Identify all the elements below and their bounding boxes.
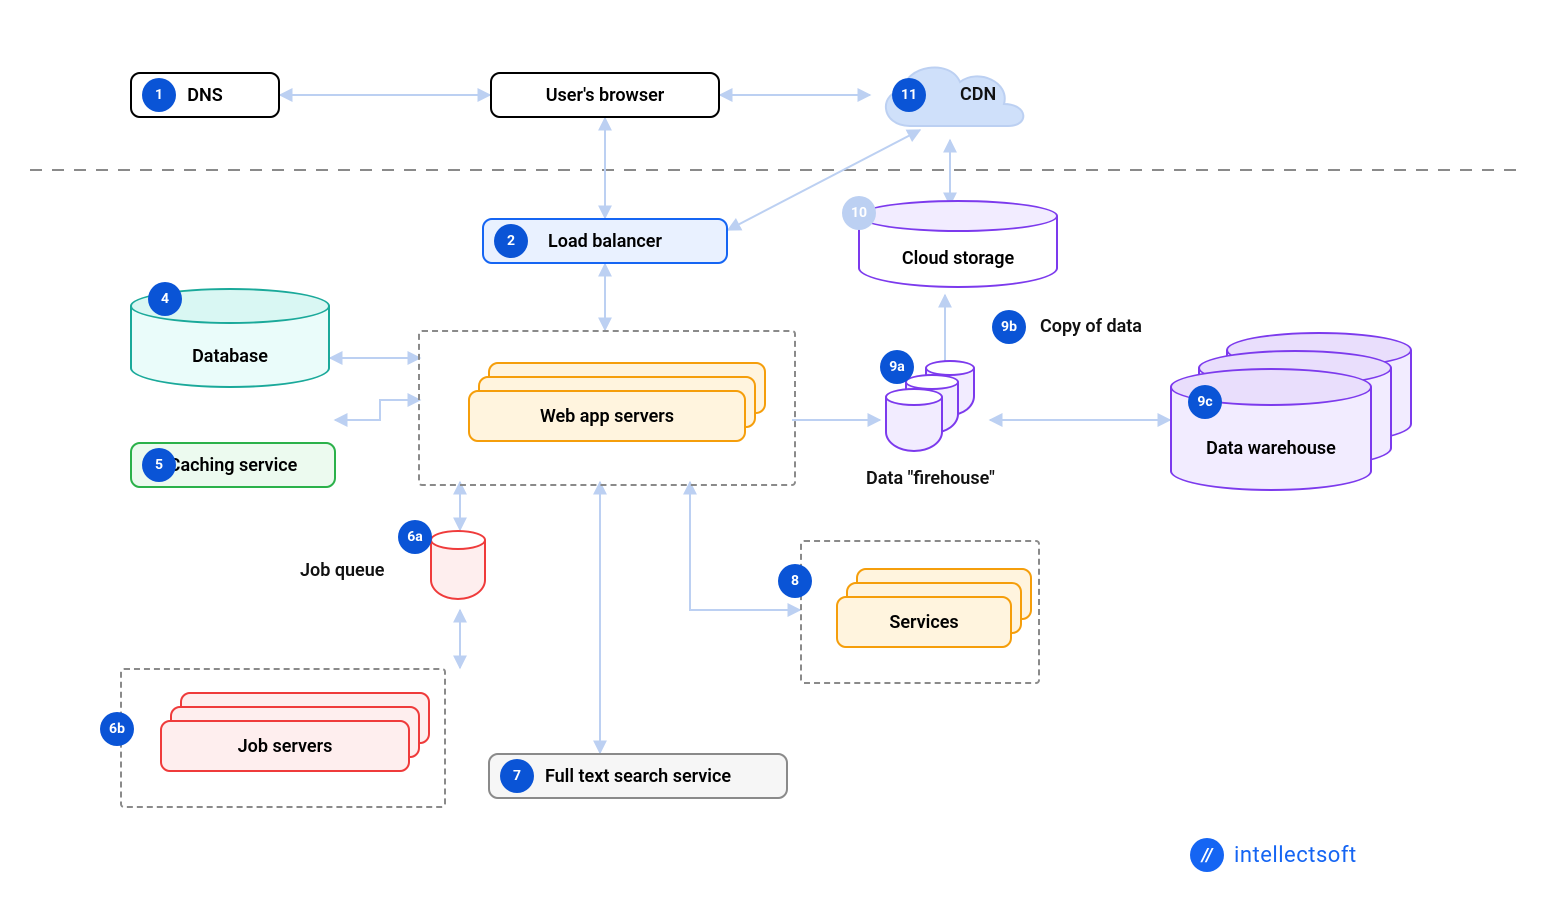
badge-1: 1 xyxy=(142,78,176,112)
badge-9b: 9b xyxy=(992,310,1026,344)
node-cloud-storage: Cloud storage xyxy=(858,200,1058,296)
badge-9a: 9a xyxy=(880,350,914,384)
badge-5: 5 xyxy=(142,448,176,482)
badge-7: 7 xyxy=(500,759,534,793)
node-full-text-label: Full text search service xyxy=(545,766,731,787)
badge-2: 2 xyxy=(494,224,528,258)
footer-brand-text: intellectsoft xyxy=(1234,843,1357,868)
node-database-label: Database xyxy=(130,346,330,367)
badge-8: 8 xyxy=(778,564,812,598)
node-cdn-label: CDN xyxy=(960,84,996,105)
node-web-app-servers: Web app servers xyxy=(468,362,746,442)
badge-10: 10 xyxy=(842,196,876,230)
badge-6a: 6a xyxy=(398,520,432,554)
badge-6b: 6b xyxy=(100,712,134,746)
brand-logo-icon: // xyxy=(1190,838,1224,872)
label-copy-of-data: Copy of data xyxy=(1040,316,1142,337)
diagram-canvas: DNS 1 User's browser 11 CDN Load balance… xyxy=(0,0,1550,914)
node-cloud-storage-label: Cloud storage xyxy=(858,248,1058,269)
node-browser: User's browser xyxy=(490,72,720,118)
node-firehouse-label: Data "firehouse" xyxy=(866,468,995,489)
node-job-queue-label: Job queue xyxy=(300,560,384,581)
node-web-app-label: Web app servers xyxy=(540,406,674,427)
cloud-icon xyxy=(860,48,1040,148)
node-dns-label: DNS xyxy=(187,85,222,106)
node-caching-label: Caching service xyxy=(169,455,298,476)
node-load-balancer-label: Load balancer xyxy=(548,231,662,252)
node-data-warehouse-label: Data warehouse xyxy=(1170,438,1372,459)
node-browser-label: User's browser xyxy=(546,85,665,106)
node-job-queue xyxy=(430,530,486,608)
node-services: Services xyxy=(836,568,1012,648)
badge-4: 4 xyxy=(148,282,182,316)
badge-11: 11 xyxy=(892,78,926,112)
node-job-servers-label: Job servers xyxy=(238,736,333,757)
node-job-servers: Job servers xyxy=(160,692,410,772)
node-services-label: Services xyxy=(889,612,958,633)
badge-9c: 9c xyxy=(1188,385,1222,419)
footer-brand: // intellectsoft xyxy=(1190,838,1357,872)
